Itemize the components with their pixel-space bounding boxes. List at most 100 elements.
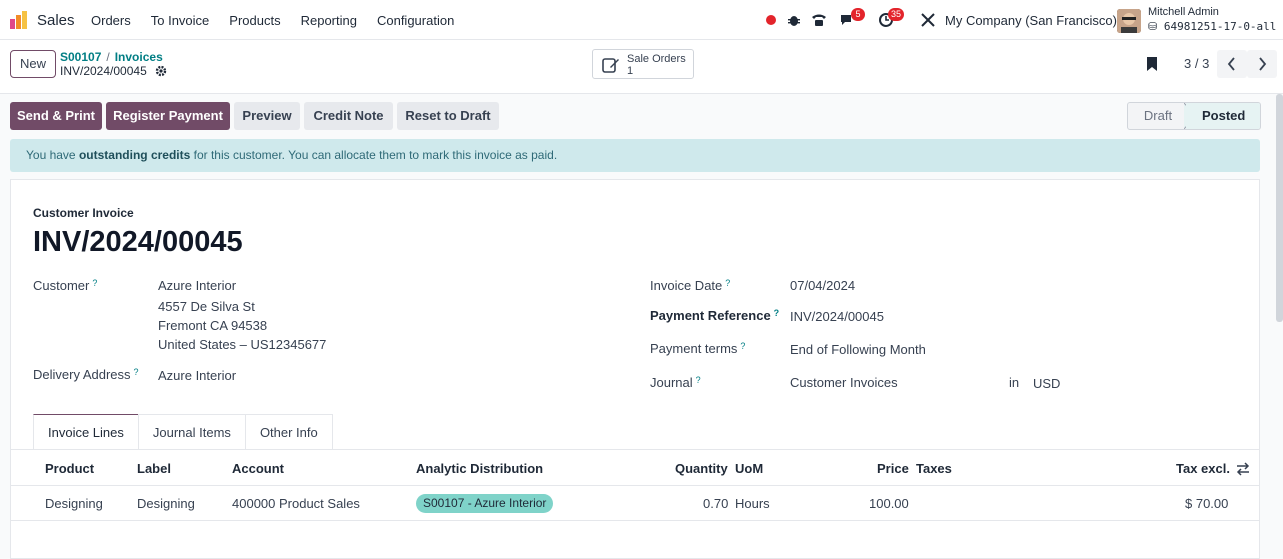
status-bar: Draft Posted: [1127, 102, 1261, 130]
delivery-address-label: Delivery Address?: [33, 367, 139, 382]
recording-dot-icon[interactable]: [763, 12, 779, 28]
user-name[interactable]: Mitchell Admin: [1148, 6, 1219, 18]
payment-reference-label: Payment Reference?: [650, 308, 779, 323]
help-icon[interactable]: ?: [725, 278, 730, 288]
column-quantity[interactable]: Quantity: [675, 461, 728, 476]
optional-columns-icon[interactable]: [1236, 462, 1250, 476]
address-line-2: Fremont CA 94538: [158, 318, 268, 333]
tab-invoice-lines[interactable]: Invoice Lines: [33, 414, 139, 449]
row-analytic-tag[interactable]: S00107 - Azure Interior: [416, 494, 554, 513]
breadcrumb: S00107 / Invoices: [60, 50, 163, 64]
bookmark-icon[interactable]: [1146, 56, 1158, 72]
row-quantity[interactable]: 0.70: [703, 496, 728, 511]
document-type: Customer Invoice: [33, 206, 134, 220]
main-menu: Orders To Invoice Products Reporting Con…: [91, 13, 474, 28]
smart-button-count: 1: [627, 65, 634, 77]
row-account[interactable]: 400000 Product Sales: [232, 496, 360, 511]
invoice-number: INV/2024/00045: [33, 226, 243, 258]
invoice-date-field[interactable]: 07/04/2024: [790, 278, 855, 293]
user-avatar[interactable]: [1117, 9, 1141, 33]
invoice-date-label-text: Invoice Date: [650, 278, 723, 293]
column-tax-excl[interactable]: Tax excl.: [1176, 461, 1230, 476]
tab-other-info[interactable]: Other Info: [244, 414, 333, 449]
app-name[interactable]: Sales: [37, 12, 75, 29]
journal-field[interactable]: Customer Invoices: [790, 375, 898, 390]
chevron-left-icon: [1227, 57, 1235, 71]
payment-terms-field[interactable]: End of Following Month: [790, 342, 926, 357]
column-price[interactable]: Price: [877, 461, 909, 476]
menu-orders[interactable]: Orders: [91, 13, 131, 28]
journal-label-text: Journal: [650, 375, 693, 390]
status-posted[interactable]: Posted: [1186, 103, 1260, 129]
send-print-button[interactable]: Send & Print: [10, 102, 102, 130]
row-label[interactable]: Designing: [137, 496, 195, 511]
control-panel: New S00107 / Invoices INV/2024/00045 Sale …: [0, 40, 1283, 94]
database-name-text: 64981251-17-0-all: [1163, 20, 1277, 33]
breadcrumb-separator: /: [106, 50, 110, 64]
help-icon[interactable]: ?: [740, 341, 745, 351]
delivery-address-label-text: Delivery Address: [33, 367, 131, 382]
menu-reporting[interactable]: Reporting: [301, 13, 357, 28]
payment-terms-label-text: Payment terms: [650, 341, 738, 356]
menu-to-invoice[interactable]: To Invoice: [151, 13, 210, 28]
bug-icon[interactable]: [786, 12, 802, 28]
sale-orders-smart-button[interactable]: Sale Orders 1: [592, 49, 694, 79]
credit-note-button[interactable]: Credit Note: [304, 102, 393, 130]
menu-products[interactable]: Products: [229, 13, 280, 28]
breadcrumb-invoices[interactable]: Invoices: [115, 50, 163, 64]
new-button[interactable]: New: [10, 50, 56, 78]
edit-document-icon: [602, 58, 619, 73]
tab-journal-items[interactable]: Journal Items: [137, 414, 246, 449]
column-taxes[interactable]: Taxes: [916, 461, 952, 476]
notebook-tabs: Invoice Lines Journal Items Other Info: [33, 414, 333, 449]
row-price[interactable]: 100.00: [869, 496, 909, 511]
customer-field[interactable]: Azure Interior: [158, 278, 236, 293]
header-divider: [11, 485, 1259, 486]
menu-configuration[interactable]: Configuration: [377, 13, 454, 28]
help-icon[interactable]: ?: [774, 308, 780, 318]
column-product[interactable]: Product: [45, 461, 94, 476]
phone-icon[interactable]: [811, 12, 827, 28]
row-uom[interactable]: Hours: [735, 496, 770, 511]
payment-terms-label: Payment terms?: [650, 341, 745, 356]
pager-previous-button[interactable]: [1217, 50, 1247, 78]
payment-reference-label-text: Payment Reference: [650, 308, 771, 323]
gear-icon[interactable]: [155, 65, 167, 77]
row-divider: [11, 520, 1259, 521]
company-switcher[interactable]: My Company (San Francisco): [945, 13, 1117, 28]
journal-label: Journal?: [650, 375, 701, 390]
tools-icon[interactable]: [920, 12, 936, 28]
payment-reference-field[interactable]: INV/2024/00045: [790, 309, 884, 324]
address-line-1: 4557 De Silva St: [158, 299, 255, 314]
register-payment-button[interactable]: Register Payment: [106, 102, 230, 130]
breadcrumb-sale-order[interactable]: S00107: [60, 50, 101, 64]
page-scrollbar[interactable]: [1276, 94, 1283, 322]
preview-button[interactable]: Preview: [234, 102, 300, 130]
column-uom[interactable]: UoM: [735, 461, 763, 476]
address-line-3: United States – US12345677: [158, 337, 327, 352]
top-navbar: Sales Orders To Invoice Products Reporti…: [0, 0, 1283, 40]
sales-app-icon[interactable]: [10, 11, 28, 29]
currency-field[interactable]: USD: [1033, 376, 1060, 391]
smart-button-label: Sale Orders: [627, 53, 686, 65]
row-product[interactable]: Designing: [45, 496, 103, 511]
record-name: INV/2024/00045: [60, 64, 147, 78]
alert-text-start: You have: [26, 148, 79, 162]
pager-value[interactable]: 3 / 3: [1184, 56, 1209, 71]
alert-text-end: for this customer. You can allocate them…: [190, 148, 558, 162]
database-name: ⛁ 64981251-17-0-all: [1148, 20, 1276, 33]
column-label[interactable]: Label: [137, 461, 171, 476]
customer-label-text: Customer: [33, 278, 90, 293]
current-record: INV/2024/00045: [60, 64, 167, 78]
help-icon[interactable]: ?: [696, 375, 701, 385]
invoice-form-sheet: Customer Invoice INV/2024/00045 Customer…: [10, 179, 1260, 559]
pager-next-button[interactable]: [1247, 50, 1277, 78]
delivery-address-field[interactable]: Azure Interior: [158, 368, 236, 383]
status-draft[interactable]: Draft: [1128, 103, 1188, 129]
help-icon[interactable]: ?: [92, 278, 97, 288]
column-analytic[interactable]: Analytic Distribution: [416, 461, 543, 476]
alert-outstanding-credits[interactable]: outstanding credits: [79, 148, 190, 162]
reset-to-draft-button[interactable]: Reset to Draft: [397, 102, 499, 130]
column-account[interactable]: Account: [232, 461, 284, 476]
help-icon[interactable]: ?: [134, 367, 139, 377]
